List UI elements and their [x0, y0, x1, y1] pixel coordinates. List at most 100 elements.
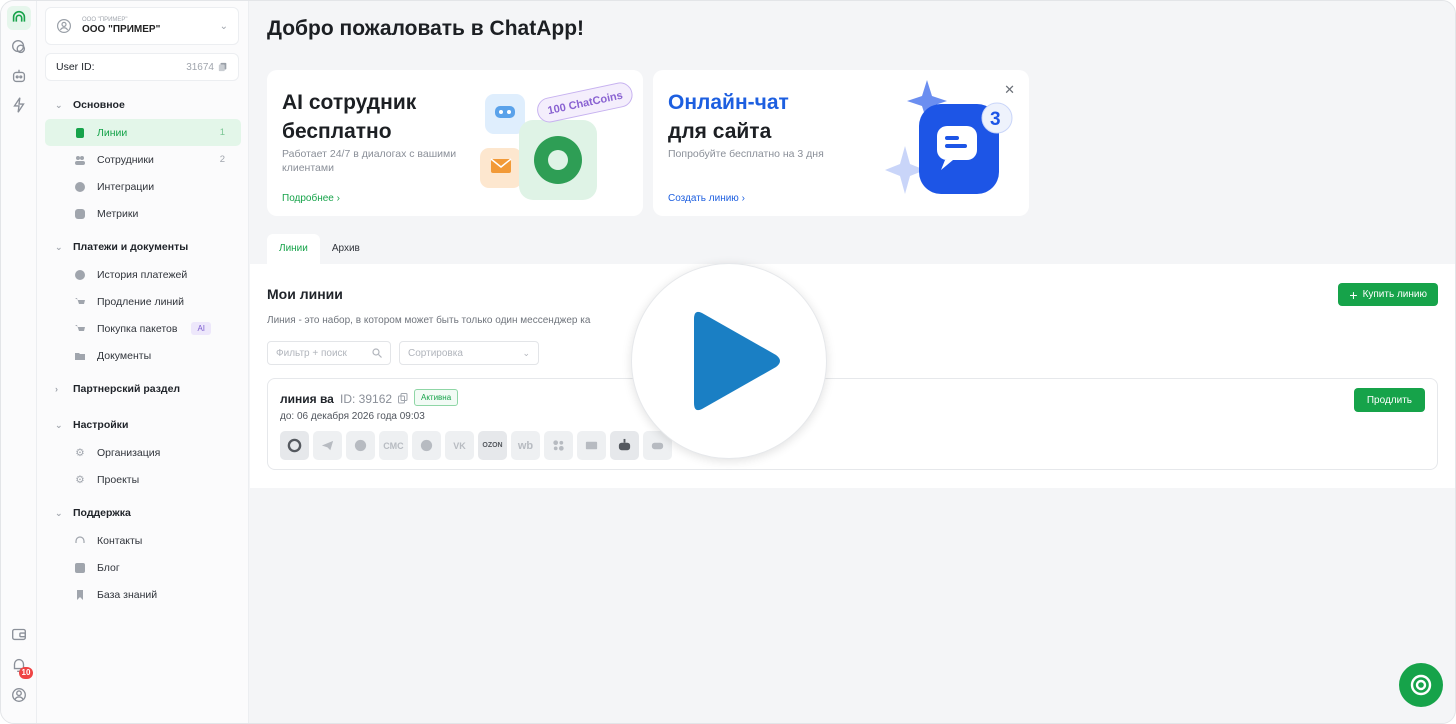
buy-line-button[interactable]: + Купить линию: [1338, 283, 1438, 306]
wildberries-icon[interactable]: wb: [511, 431, 540, 460]
sidebar-item-payment-history[interactable]: История платежей: [45, 261, 241, 288]
tab-lines[interactable]: Линии: [267, 234, 320, 264]
banner-title-line1: AI сотрудник: [282, 91, 417, 114]
profile-icon[interactable]: [7, 683, 31, 707]
nav-section-payments[interactable]: ⌄ Платежи и документы: [45, 233, 241, 261]
sidebar-item-count: 2: [219, 154, 225, 165]
integrations-icon: [75, 181, 85, 192]
chevron-down-icon: ⌄: [522, 347, 530, 358]
my-lines-panel: Мои линии Линия - это набор, в котором м…: [250, 264, 1455, 488]
gear-icon: ⚙: [75, 473, 85, 486]
search-icon: [372, 348, 382, 358]
sidebar-item-label: Линии: [97, 126, 128, 139]
lightning-icon[interactable]: [7, 93, 31, 117]
chevron-down-icon: ⌄: [219, 20, 228, 32]
ozon-icon[interactable]: OZON: [478, 431, 507, 460]
line-expiry: до: 06 декабря 2026 года 09:03: [280, 411, 425, 422]
sidebar-item-projects[interactable]: ⚙ Проекты: [45, 466, 241, 493]
nav-section-support[interactable]: ⌄ Поддержка: [45, 499, 241, 527]
banner-title-line2: бесплатно: [282, 120, 392, 143]
filter-placeholder: Фильтр + поиск: [276, 347, 347, 359]
ai-chip: AI: [191, 322, 212, 335]
tab-archive[interactable]: Архив: [320, 234, 372, 264]
sidebar-item-blog[interactable]: Блог: [45, 554, 241, 581]
copy-icon[interactable]: [398, 393, 408, 404]
sidebar-item-knowledge-base[interactable]: База знаний: [45, 581, 241, 608]
sidebar-item-label: Продление линий: [97, 295, 185, 308]
chevron-down-icon: ⌄: [55, 507, 63, 518]
chats-icon[interactable]: [7, 35, 31, 59]
sidebar-item-employees[interactable]: Сотрудники 2: [45, 146, 241, 173]
org-small-label: ООО "ПРИМЕР": [82, 17, 128, 23]
viber-icon[interactable]: [412, 431, 441, 460]
metrics-icon: [75, 208, 85, 219]
sidebar-item-organization[interactable]: ⚙ Организация: [45, 439, 241, 466]
extend-button[interactable]: Продлить: [1353, 388, 1425, 412]
nav-section-settings[interactable]: ⌄ Настройки: [45, 411, 241, 439]
sidebar-item-label: Покупка пакетов: [97, 322, 178, 335]
sidebar-item-integrations[interactable]: Интеграции: [45, 173, 241, 200]
email-icon[interactable]: [577, 431, 606, 460]
sidebar-item-lines[interactable]: Линии 1: [45, 119, 241, 146]
chatapp-messenger-icon[interactable]: [280, 431, 309, 460]
sidebar-item-label: Организация: [97, 446, 161, 459]
sms-icon[interactable]: СМС: [379, 431, 408, 460]
database-icon: [75, 127, 85, 138]
app-window: 10 ООО "ПРИМЕР" ООО "ПРИМЕР" ⌄ User ID: …: [0, 0, 1456, 724]
sidebar-item-line-renewal[interactable]: Продление линий: [45, 288, 241, 315]
online-chat-banner[interactable]: Онлайн-чат для сайта Попробуйте бесплатн…: [653, 70, 1029, 216]
sidebar-item-contacts[interactable]: Контакты: [45, 527, 241, 554]
banner-more-link[interactable]: Подробнее ›: [282, 193, 340, 204]
chevron-right-icon: ›: [55, 384, 58, 394]
org-switcher[interactable]: ООО "ПРИМЕР" ООО "ПРИМЕР" ⌄: [45, 7, 239, 45]
sort-select[interactable]: Сортировка ⌄: [399, 341, 539, 365]
banner-description: Попробуйте бесплатно на 3 дня: [668, 148, 824, 160]
nav-section-main[interactable]: ⌄ Основное: [45, 91, 241, 119]
nav-section-label: Основное: [73, 99, 125, 111]
org-name: ООО "ПРИМЕР": [82, 24, 161, 35]
folder-icon: [75, 351, 85, 361]
notifications-icon[interactable]: 10: [7, 653, 33, 679]
sidebar-item-label: История платежей: [97, 268, 188, 281]
sidebar-nav: ⌄ Основное Линии 1 Сотрудники 2 Интеграци…: [45, 91, 241, 608]
sort-placeholder: Сортировка: [408, 347, 463, 359]
line-name: линия ва: [280, 392, 334, 406]
nav-section-partner[interactable]: › Партнерский раздел: [45, 375, 241, 403]
ai-employee-banner[interactable]: AI сотрудник бесплатно Работает 24/7 в д…: [267, 70, 643, 216]
avito-icon[interactable]: [544, 431, 573, 460]
panel-title: Мои линии: [267, 286, 343, 302]
vk-icon[interactable]: VK: [445, 431, 474, 460]
main-content: Добро пожаловать в ChatApp! AI сотрудник…: [250, 1, 1455, 723]
lines-tabs: Линии Архив: [267, 234, 372, 264]
nav-section-label: Поддержка: [73, 507, 131, 519]
sidebar-item-metrics[interactable]: Метрики: [45, 200, 241, 227]
page-title: Добро пожаловать в ChatApp!: [267, 17, 585, 40]
panel-description: Линия - это набор, в котором может быть …: [267, 315, 591, 326]
users-icon: [75, 155, 85, 165]
online-chat-illustration: 3: [885, 80, 1013, 194]
nav-section-label: Настройки: [73, 419, 129, 431]
create-line-link[interactable]: Создать линию ›: [668, 193, 745, 204]
filter-search-input[interactable]: Фильтр + поиск: [267, 341, 391, 365]
sidebar-item-label: Документы: [97, 349, 152, 362]
whatsapp-icon[interactable]: [346, 431, 375, 460]
bot-icon[interactable]: [610, 431, 639, 460]
cart-icon: [75, 297, 85, 307]
banner-title: AI сотрудник бесплатно: [282, 88, 482, 146]
sidebar-item-documents[interactable]: Документы: [45, 342, 241, 369]
banner-description: Работает 24/7 в диалогах с вашими клиент…: [282, 148, 457, 174]
bot-icon[interactable]: [7, 64, 31, 88]
user-id-value: 31674: [186, 61, 214, 73]
telegram-icon[interactable]: [313, 431, 342, 460]
banner-title: Онлайн-чат для сайта: [668, 88, 868, 146]
logo-icon[interactable]: [7, 6, 31, 30]
sidebar-item-label: Блог: [97, 561, 120, 574]
video-play-button[interactable]: [631, 263, 827, 459]
wallet-icon[interactable]: [7, 622, 31, 646]
support-chat-button[interactable]: [1399, 663, 1443, 707]
line-card[interactable]: линия ва ID: 39162 Активна до: 06 декабр…: [267, 378, 1438, 470]
copy-icon[interactable]: [218, 62, 228, 72]
bookmark-icon: [75, 589, 85, 600]
sidebar-item-package-purchase[interactable]: Покупка пакетов AI: [45, 315, 241, 342]
chevron-down-icon: ⌄: [55, 241, 63, 252]
